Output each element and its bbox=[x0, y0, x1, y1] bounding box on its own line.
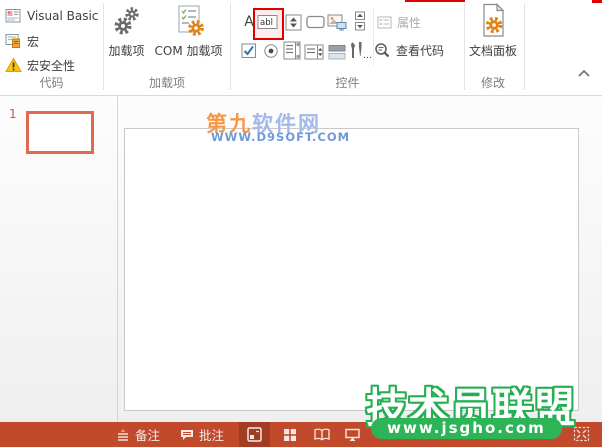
image-control-icon bbox=[327, 14, 347, 30]
slide-thumbnail-panel: 1 bbox=[0, 96, 118, 422]
visual-basic-icon bbox=[5, 9, 21, 23]
addins-label: 加载项 bbox=[108, 44, 145, 58]
document-panel-label: 文档面板 bbox=[468, 44, 517, 58]
visual-basic-label: Visual Basic bbox=[27, 9, 99, 23]
collapse-ribbon-button[interactable] bbox=[576, 66, 592, 80]
checkbox-control-icon bbox=[241, 43, 256, 58]
slide-canvas[interactable] bbox=[124, 128, 579, 411]
addins-group-label: 加载项 bbox=[148, 76, 185, 90]
reading-view-button[interactable] bbox=[306, 422, 337, 447]
slide-sorter-icon bbox=[283, 428, 296, 441]
image-control-button[interactable] bbox=[326, 12, 348, 32]
toggle-button-control-button[interactable] bbox=[326, 42, 348, 62]
view-code-icon bbox=[375, 42, 390, 57]
group-separator bbox=[524, 3, 525, 90]
scrollbar-control-icon bbox=[355, 11, 365, 31]
command-button-control-button[interactable] bbox=[304, 12, 326, 32]
slideshow-icon bbox=[345, 428, 360, 441]
normal-view-icon bbox=[247, 427, 262, 442]
visual-basic-button[interactable]: Visual Basic bbox=[5, 5, 98, 27]
slide-number: 1 bbox=[9, 107, 17, 121]
more-controls-ellipsis: … bbox=[363, 51, 372, 60]
more-controls-button[interactable]: … bbox=[347, 40, 373, 60]
properties-button: 属性 bbox=[377, 11, 421, 33]
scrollbar-control-button[interactable] bbox=[349, 11, 371, 31]
com-addins-label: COM 加载项 bbox=[154, 44, 223, 58]
comments-toggle-button[interactable]: 批注 bbox=[180, 422, 224, 447]
com-addins-button[interactable]: COM 加载项 bbox=[149, 4, 228, 59]
option-button-control-icon bbox=[264, 44, 278, 58]
normal-view-button[interactable] bbox=[239, 422, 270, 447]
command-button-control-icon bbox=[305, 15, 325, 29]
combobox-control-button[interactable] bbox=[303, 42, 325, 62]
com-addins-checklist-icon bbox=[178, 5, 204, 36]
red-crop-line bbox=[405, 0, 465, 2]
macros-button[interactable]: 宏 bbox=[5, 30, 39, 52]
view-code-button[interactable]: 查看代码 bbox=[374, 39, 444, 61]
chevron-up-icon bbox=[578, 69, 590, 77]
macro-icon bbox=[5, 34, 20, 48]
combobox-control-icon bbox=[304, 44, 324, 60]
comments-label: 批注 bbox=[199, 428, 225, 443]
addins-button[interactable]: 加载项 bbox=[105, 4, 148, 59]
toggle-button-control-icon bbox=[328, 45, 346, 60]
listbox-control-button[interactable] bbox=[281, 40, 303, 60]
watermark-site-url: WWW.D9SOFT.COM bbox=[211, 130, 351, 144]
slide-thumbnail[interactable] bbox=[26, 111, 94, 154]
properties-icon bbox=[377, 16, 392, 28]
badge-site-url: www.jsgho.com bbox=[371, 418, 562, 439]
spin-button-control-icon bbox=[285, 14, 301, 30]
gears-icon bbox=[114, 7, 139, 35]
workspace: 1 第九软件网 WWW.D9SOFT.COM 技术员联盟 www.jsgho.c… bbox=[0, 96, 602, 439]
reading-view-icon bbox=[313, 428, 330, 441]
listbox-control-icon bbox=[283, 41, 301, 59]
code-group-label: 代码 bbox=[39, 76, 64, 90]
controls-group-label: 控件 bbox=[335, 76, 360, 90]
properties-label: 属性 bbox=[397, 15, 422, 30]
notes-label: 备注 bbox=[135, 428, 161, 443]
textbox-control-button[interactable]: abl bbox=[256, 12, 278, 32]
modify-group-label: 修改 bbox=[480, 76, 505, 90]
spin-button-control-button[interactable] bbox=[282, 12, 304, 32]
textbox-control-icon: abl bbox=[257, 15, 277, 29]
document-panel-icon bbox=[483, 3, 505, 37]
svg-text:abl: abl bbox=[260, 18, 273, 28]
slideshow-view-button[interactable] bbox=[337, 422, 368, 447]
comment-icon bbox=[181, 430, 193, 440]
ribbon-developer-tab: Visual Basic 宏 宏安全性 代码 加载项 COM 加载项 加载项 A… bbox=[0, 0, 602, 96]
more-controls-icon: … bbox=[351, 42, 372, 60]
notes-toggle-button[interactable]: 备注 bbox=[116, 422, 160, 447]
macros-label: 宏 bbox=[27, 34, 40, 49]
notes-icon bbox=[118, 429, 128, 441]
view-code-label: 查看代码 bbox=[396, 43, 445, 58]
option-button-control-button[interactable] bbox=[260, 41, 282, 61]
macro-security-label: 宏安全性 bbox=[27, 58, 76, 73]
macro-security-button[interactable]: 宏安全性 bbox=[5, 54, 75, 76]
document-panel-button[interactable]: 文档面板 bbox=[462, 3, 524, 59]
red-crop-line-right bbox=[592, 0, 602, 3]
warning-triangle-icon bbox=[5, 57, 22, 72]
slide-sorter-view-button[interactable] bbox=[274, 422, 305, 447]
checkbox-control-button[interactable] bbox=[238, 41, 260, 61]
